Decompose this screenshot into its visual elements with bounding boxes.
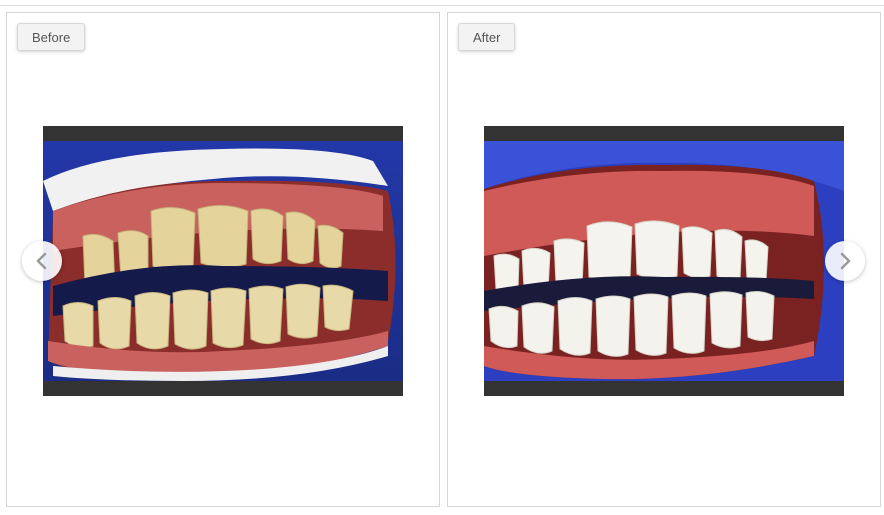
- prev-slide-button[interactable]: [22, 241, 62, 281]
- chevron-right-icon: [840, 252, 851, 270]
- after-photo: [484, 126, 844, 396]
- teeth-before-photo: [43, 141, 403, 381]
- chevron-left-icon: [36, 252, 47, 270]
- teeth-after-photo: [484, 141, 844, 381]
- before-photo: [43, 126, 403, 396]
- top-divider: [0, 5, 884, 6]
- after-panel: After: [447, 12, 881, 507]
- before-panel: Before: [6, 12, 440, 507]
- next-slide-button[interactable]: [825, 241, 865, 281]
- before-label-button[interactable]: Before: [17, 23, 86, 51]
- after-label-button[interactable]: After: [458, 23, 516, 51]
